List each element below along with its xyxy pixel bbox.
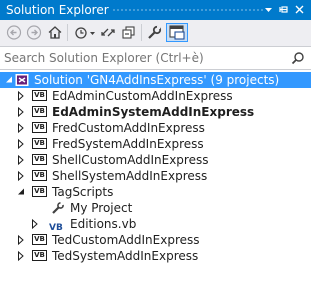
collapse-arrow-icon[interactable] [16,184,26,200]
expand-arrow-icon[interactable] [30,216,40,232]
tree-item-solution[interactable]: Solution 'GN4AddInsExpress' (9 projects) [0,72,311,88]
tree-item-label: ShellCustomAddInExpress [52,153,209,167]
window-title: Solution Explorer [6,3,109,17]
tree-item-label: Solution 'GN4AddInsExpress' (9 projects) [34,73,280,87]
vb-project-icon: VB [32,170,48,182]
auto-hide-pin-icon[interactable] [276,2,291,17]
preview-selected-items-icon[interactable] [166,23,188,42]
tree-item-project[interactable]: VB ShellCustomAddInExpress [0,152,311,168]
sync-icon[interactable] [99,23,117,42]
expand-arrow-icon[interactable] [16,88,26,104]
tree-item-project[interactable]: VB ShellSystemAddInExpress [0,168,311,184]
tree-item-label: ShellSystemAddInExpress [52,169,208,183]
tree-item-label: EdAdminCustomAddInExpress [52,89,233,103]
tree-item-label: Editions.vb [70,217,137,231]
tree-item-label: My Project [70,201,133,215]
title-bar-grip[interactable] [112,8,263,13]
expand-arrow-icon[interactable] [16,248,26,264]
expand-arrow-icon[interactable] [16,136,26,152]
solution-explorer-window: Solution Explorer Search Solution Explor… [0,0,311,306]
expand-arrow-icon[interactable] [16,152,26,168]
tree-item-label: FredSystemAddInExpress [52,137,204,151]
expand-arrow-icon[interactable] [16,232,26,248]
vb-file-icon: VB [49,223,63,233]
tree-item-project[interactable]: VB FredSystemAddInExpress [0,136,311,152]
vb-project-icon: VB [32,234,48,246]
properties-icon[interactable] [145,23,163,42]
expand-arrow-icon[interactable] [16,168,26,184]
window-position-dropdown-icon[interactable] [261,2,276,17]
tree-item-label-startup: EdAdminSystemAddInExpress [52,105,255,119]
tree-item-label: FredCustomAddInExpress [52,121,205,135]
toolbar [0,20,311,46]
tree-item-my-project[interactable]: My Project [0,200,311,216]
expand-arrow-icon[interactable] [16,104,26,120]
tree-item-project[interactable]: VB TagScripts [0,184,311,200]
toolbar-separator [141,24,142,41]
title-bar: Solution Explorer [0,0,311,20]
toolbar-separator [67,24,68,41]
home-icon[interactable] [46,23,64,42]
pending-changes-filter-icon[interactable] [72,23,98,42]
vb-project-icon: VB [32,122,48,134]
forward-icon[interactable] [25,23,43,42]
tree-item-file[interactable]: VB Editions.vb [0,216,311,233]
search-icon[interactable] [291,51,305,65]
solution-icon [14,74,30,86]
tree-item-project[interactable]: VB FredCustomAddInExpress [0,120,311,136]
tree-item-label: TagScripts [52,185,114,199]
wrench-icon [50,202,66,214]
search-box [0,46,311,70]
tree-item-label: TedCustomAddInExpress [52,233,200,247]
vb-project-icon: VB [32,154,48,166]
collapse-arrow-icon[interactable] [4,72,14,88]
tree-item-project[interactable]: VB TedCustomAddInExpress [0,232,311,248]
search-input[interactable] [4,50,264,66]
vb-project-icon: VB [32,250,48,262]
vb-project-icon: VB [32,138,48,150]
solution-tree: Solution 'GN4AddInsExpress' (9 projects)… [0,72,311,264]
vb-project-icon: VB [32,90,48,102]
expand-arrow-icon[interactable] [16,120,26,136]
collapse-all-icon[interactable] [119,23,137,42]
back-icon[interactable] [5,23,23,42]
tree-item-project[interactable]: VB TedSystemAddInExpress [0,248,311,264]
tree-item-project[interactable]: VB EdAdminSystemAddInExpress [0,104,311,120]
vb-project-icon: VB [32,106,48,118]
close-icon[interactable] [292,2,307,17]
tree-item-project[interactable]: VB EdAdminCustomAddInExpress [0,88,311,104]
vb-project-icon: VB [32,186,48,198]
tree-item-label: TedSystemAddInExpress [52,249,199,263]
